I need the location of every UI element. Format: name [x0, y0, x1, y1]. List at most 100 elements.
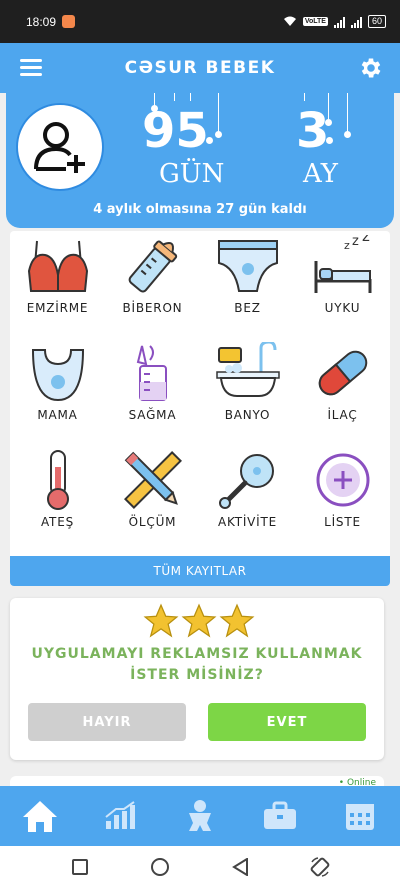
sleep-icon: z z z: [314, 235, 371, 293]
circle-icon: [151, 858, 169, 876]
gear-icon[interactable]: [358, 55, 384, 81]
activity-label: İLAÇ: [327, 408, 358, 422]
remaining-days-text: 4 aylık olmasına 27 gün kaldı: [93, 202, 307, 217]
activity-olcum[interactable]: ÖLÇÜM: [105, 445, 200, 551]
activity-bez[interactable]: BEZ: [200, 231, 295, 337]
activity-label: EMZİRME: [26, 301, 89, 315]
activity-banyo[interactable]: BANYO: [200, 338, 295, 444]
hamburger-menu-icon[interactable]: [20, 59, 42, 77]
back-button[interactable]: [220, 847, 260, 887]
bib-icon: [31, 349, 84, 402]
activity-emzirme[interactable]: EMZİRME: [10, 231, 105, 337]
bathtub-icon: [215, 342, 280, 397]
status-left: 18:09: [26, 14, 76, 29]
activity-liste[interactable]: LİSTE: [295, 445, 390, 551]
star-icon: [181, 603, 217, 638]
diaper-icon: [217, 240, 278, 292]
svg-text:z: z: [362, 235, 370, 245]
nav-calendar[interactable]: [330, 786, 390, 846]
days-count: 95: [142, 103, 209, 159]
activity-mama[interactable]: MAMA: [10, 338, 105, 444]
pill-icon: [318, 350, 367, 396]
activity-aktivite[interactable]: AKTİVİTE: [200, 445, 295, 551]
bottom-navigation: [0, 786, 400, 846]
briefcase-icon: [264, 801, 296, 829]
decoration-string: [218, 93, 219, 133]
signal-icon: [333, 16, 345, 28]
plus-circle-icon: [316, 453, 369, 507]
square-icon: [72, 859, 88, 875]
battery-icon: 60: [367, 15, 386, 28]
activity-label: BEZ: [234, 301, 261, 315]
breast-pump-icon: [136, 345, 167, 401]
baby-age-card: 95 GÜN 3 AY 4 aylık olmasına 27 gün kald…: [6, 93, 394, 228]
decoration-dot: [326, 137, 333, 144]
months-count: 3: [296, 103, 330, 159]
rattle-icon: [218, 454, 274, 509]
recent-apps-button[interactable]: [60, 847, 100, 887]
app-header: CƏSUR BEBEK: [0, 43, 400, 93]
decoration-string: [347, 93, 348, 133]
decoration-dot: [344, 131, 351, 138]
bra-icon: [27, 240, 88, 292]
svg-text:z: z: [344, 239, 350, 252]
all-records-button[interactable]: TÜM KAYITLAR: [10, 556, 390, 586]
remove-ads-question: UYGULAMAYI REKLAMSIZ KULLANMAK İSTER MİS…: [31, 646, 363, 683]
activity-label: AKTİVİTE: [217, 515, 278, 529]
add-baby-avatar[interactable]: [16, 103, 104, 191]
status-right: VoLTE 60: [283, 15, 386, 28]
nav-kit[interactable]: [250, 786, 310, 846]
bottle-icon: [128, 240, 177, 293]
decoration-string: [174, 93, 175, 101]
star-icon: [143, 603, 179, 638]
calendar-icon: [346, 804, 374, 830]
system-navigation-bar: [0, 846, 400, 888]
activity-uyku[interactable]: z z z UYKU: [295, 231, 390, 337]
status-bar: 18:09 VoLTE 60: [0, 0, 400, 43]
activity-label: BİBERON: [122, 301, 183, 315]
activity-label: MAMA: [37, 408, 78, 422]
svg-text:z: z: [352, 235, 359, 249]
decoration-dot: [206, 137, 213, 144]
home-system-button[interactable]: [140, 847, 180, 887]
days-label: GÜN: [159, 159, 225, 189]
volte-badge: VoLTE: [302, 17, 328, 26]
rotate-button[interactable]: [300, 847, 340, 887]
notification-icon: [62, 15, 76, 28]
remove-ads-card: UYGULAMAYI REKLAMSIZ KULLANMAK İSTER MİS…: [10, 598, 384, 760]
app-title: CƏSUR BEBEK: [124, 58, 276, 78]
rotate-icon: [310, 857, 330, 877]
decoration-string: [190, 93, 191, 101]
activity-ilac[interactable]: İLAÇ: [295, 338, 390, 444]
activity-label: ÖLÇÜM: [128, 515, 177, 529]
home-icon: [23, 801, 57, 832]
wifi-icon: [283, 16, 296, 26]
star-icon: [219, 603, 255, 638]
baby-icon: [189, 800, 211, 831]
no-button[interactable]: HAYIR: [28, 703, 186, 741]
nav-statistics[interactable]: [90, 786, 150, 846]
activity-grid: EMZİRME BİBERON BEZ z z z UYKU MAMA SAĞM…: [10, 231, 390, 586]
add-user-icon: [34, 122, 85, 173]
months-label: AY: [303, 159, 338, 189]
chart-icon: [105, 801, 135, 829]
activity-biberon[interactable]: BİBERON: [105, 231, 200, 337]
nav-baby[interactable]: [170, 786, 230, 846]
decoration-string: [304, 93, 305, 101]
activity-label: ATEŞ: [40, 515, 74, 529]
thermometer-icon: [46, 450, 69, 510]
ruler-pencil-icon: [123, 451, 182, 509]
activity-sagma[interactable]: SAĞMA: [105, 338, 200, 444]
decoration-dot: [215, 131, 222, 138]
nav-home[interactable]: [10, 786, 70, 846]
activity-label: SAĞMA: [128, 408, 177, 422]
signal-icon-2: [350, 16, 362, 28]
activity-ates[interactable]: ATEŞ: [10, 445, 105, 551]
back-triangle-icon: [232, 858, 248, 876]
status-time: 18:09: [26, 14, 57, 29]
activity-label: UYKU: [324, 301, 361, 315]
yes-button[interactable]: EVET: [208, 703, 366, 741]
activity-label: BANYO: [224, 408, 271, 422]
star-rating: [142, 602, 256, 640]
activity-label: LİSTE: [324, 515, 361, 529]
